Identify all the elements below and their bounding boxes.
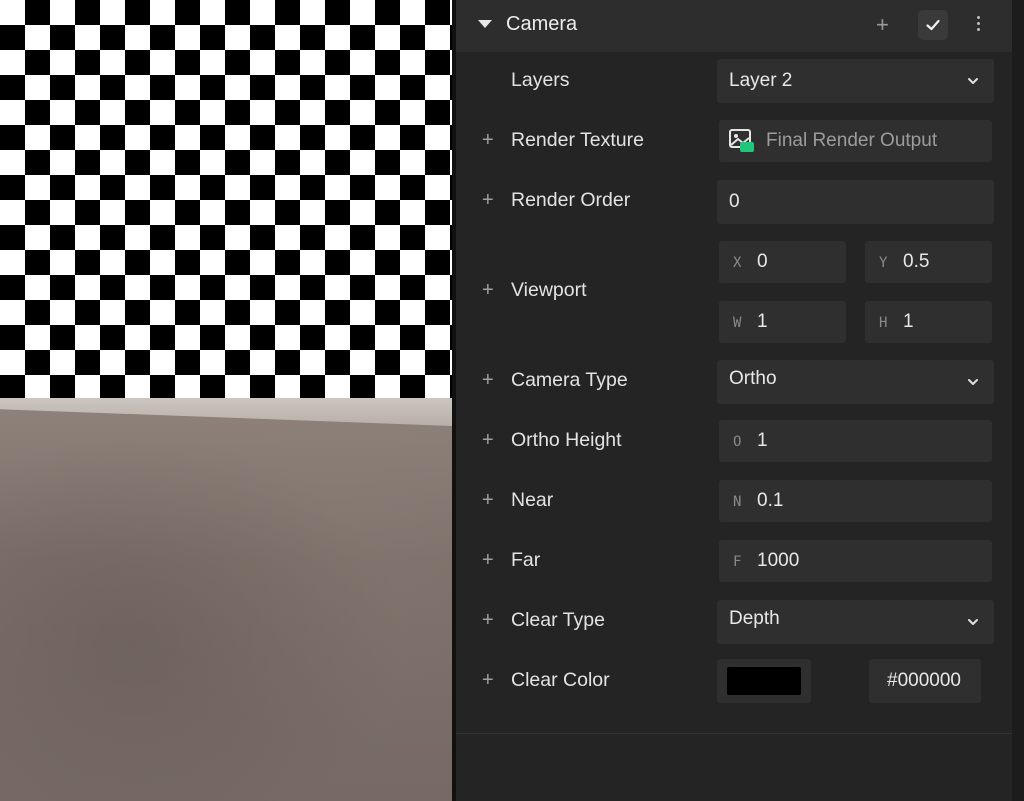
viewport-x-input[interactable]: X 0 (719, 241, 846, 283)
checkmark-icon (926, 19, 940, 31)
chevron-down-icon (968, 379, 978, 385)
clear-color-label: Clear Color (511, 669, 610, 691)
kebab-menu-icon[interactable] (973, 13, 983, 37)
checkerboard-texture (0, 0, 452, 400)
plus-icon[interactable]: + (482, 188, 494, 212)
layers-dropdown[interactable]: Layer 2 (717, 59, 994, 103)
viewport-x-value: 0 (757, 251, 768, 272)
enable-toggle-button[interactable] (918, 10, 948, 40)
camera-component-header[interactable]: Camera + (456, 0, 1012, 52)
plus-icon[interactable]: + (482, 548, 494, 572)
near-value: 0.1 (757, 490, 784, 511)
viewport-h-prefix: H (879, 315, 888, 331)
ortho-height-value: 1 (757, 430, 768, 451)
viewport-y-input[interactable]: Y 0.5 (865, 241, 992, 283)
viewport-label: Viewport (511, 279, 587, 301)
plus-icon[interactable]: + (482, 608, 494, 632)
near-input[interactable]: N 0.1 (719, 480, 992, 522)
ortho-height-input[interactable]: O 1 (719, 420, 992, 462)
render-texture-value: Final Render Output (766, 130, 938, 151)
plus-icon[interactable]: + (482, 428, 494, 452)
plus-icon[interactable]: + (482, 128, 494, 152)
near-prefix: N (733, 494, 742, 510)
ortho-height-label: Ortho Height (511, 429, 622, 451)
layers-value: Layer 2 (729, 70, 793, 91)
adjacent-panel-edge (1012, 0, 1024, 801)
camera-type-label: Camera Type (511, 369, 628, 391)
render-texture-asset-field[interactable]: Final Render Output (719, 120, 992, 162)
far-value: 1000 (757, 550, 800, 571)
viewport-h-input[interactable]: H 1 (865, 301, 992, 343)
plus-icon[interactable]: + (482, 488, 494, 512)
clear-color-hex-value: #000000 (887, 670, 961, 691)
render-texture-label: Render Texture (511, 129, 644, 151)
clear-type-dropdown[interactable]: Depth (717, 600, 994, 644)
scene-viewport[interactable] (0, 0, 452, 801)
render-order-label: Render Order (511, 189, 631, 211)
render-order-value: 0 (729, 191, 740, 212)
clear-color-hex-input[interactable]: #000000 (869, 659, 981, 703)
viewport-w-value: 1 (757, 311, 768, 332)
plus-icon[interactable]: + (482, 368, 494, 392)
chevron-down-icon (968, 78, 978, 84)
clear-color-swatch-button[interactable] (717, 659, 811, 703)
far-input[interactable]: F 1000 (719, 540, 992, 582)
caret-down-icon[interactable] (478, 20, 492, 28)
plus-icon[interactable]: + (876, 14, 889, 36)
ortho-height-prefix: O (733, 434, 742, 450)
render-order-input[interactable]: 0 (717, 180, 994, 224)
viewport-y-prefix: Y (879, 255, 888, 271)
concrete-ground (0, 400, 452, 801)
chevron-down-icon (968, 619, 978, 625)
section-divider (456, 733, 1012, 734)
component-title: Camera (506, 13, 578, 35)
camera-type-value: Ortho (729, 368, 777, 389)
clear-color-swatch (727, 667, 801, 695)
camera-type-dropdown[interactable]: Ortho (717, 360, 994, 404)
far-prefix: F (733, 554, 742, 570)
viewport-h-value: 1 (903, 311, 914, 332)
viewport-y-value: 0.5 (903, 251, 930, 272)
far-label: Far (511, 549, 541, 571)
viewport-w-input[interactable]: W 1 (719, 301, 846, 343)
camera-inspector-panel: Camera + Layers Layer 2 + Render Texture… (456, 0, 1012, 801)
viewport-w-prefix: W (733, 315, 742, 331)
layers-label: Layers (511, 69, 570, 91)
clear-type-value: Depth (729, 608, 780, 629)
near-label: Near (511, 489, 554, 511)
plus-icon[interactable]: + (482, 668, 494, 692)
plus-icon[interactable]: + (482, 278, 494, 302)
viewport-x-prefix: X (733, 255, 742, 271)
clear-type-label: Clear Type (511, 609, 605, 631)
render-texture-asset-icon (729, 129, 754, 152)
